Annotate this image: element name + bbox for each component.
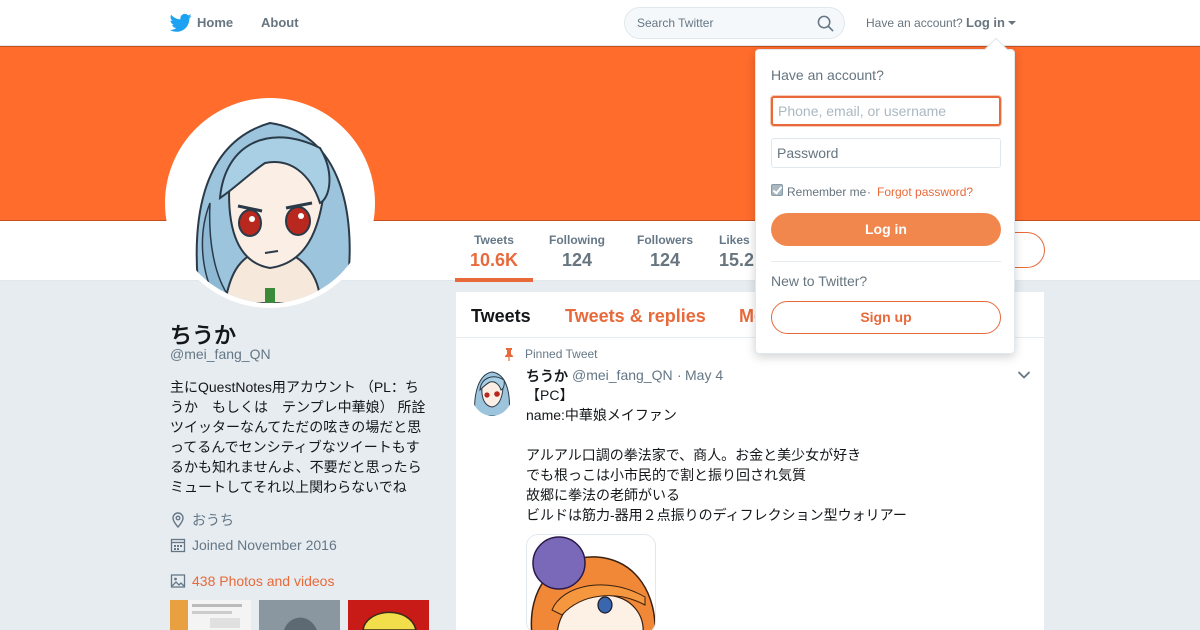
login-dropdown-toggle[interactable]: Log in <box>966 15 1005 30</box>
forgot-password-link[interactable]: Forgot password? <box>877 185 973 199</box>
login-button[interactable]: Log in <box>771 213 1001 246</box>
top-navigation-bar: Home About Have an account? Log in <box>0 0 1200 46</box>
profile-bio: 主にQuestNotes用アカウント （PL：ちうか もしくは テンプレ中華娘）… <box>170 379 426 495</box>
stat-label: Following <box>549 233 605 247</box>
stat-tweets[interactable]: Tweets 10.6K <box>455 233 533 271</box>
pin-icon <box>505 348 513 361</box>
password-field[interactable] <box>771 138 1001 168</box>
separator-dot: · <box>867 185 871 199</box>
twitter-bird-icon[interactable] <box>170 13 192 33</box>
tweet-author-avatar[interactable] <box>471 368 513 416</box>
stat-value: 124 <box>649 250 681 270</box>
tweet-date[interactable]: May 4 <box>685 367 723 383</box>
divider <box>771 261 1001 262</box>
media-thumbnail[interactable] <box>170 600 251 630</box>
media-thumbnail[interactable] <box>348 600 429 630</box>
tweet-author-handle[interactable]: @mei_fang_QN <box>572 367 673 383</box>
stat-label: Followers <box>636 233 693 247</box>
tweet-meta-separator: · <box>677 367 682 383</box>
pinned-tweet-label: Pinned Tweet <box>525 347 598 361</box>
tab-tweets[interactable]: Tweets <box>471 306 531 327</box>
search-icon[interactable] <box>817 15 834 32</box>
profile-joined-date: Joined November 2016 <box>170 537 337 553</box>
nav-about-link[interactable]: About <box>261 15 299 30</box>
search-input[interactable] <box>637 8 812 38</box>
profile-location: おうち <box>170 510 234 530</box>
calendar-icon <box>170 538 186 553</box>
login-dropdown: Have an account? Remember me · Forgot pa… <box>755 49 1015 354</box>
profile-avatar[interactable] <box>165 98 375 308</box>
nav-home-link[interactable]: Home <box>197 15 233 30</box>
remember-me-checkbox[interactable] <box>771 184 783 196</box>
photos-and-videos-link[interactable]: 438 Photos and videos <box>170 573 334 589</box>
media-thumbnail[interactable] <box>259 600 340 630</box>
stat-following[interactable]: Following 124 <box>543 233 611 271</box>
tweet-author-name[interactable]: ちうか <box>526 366 568 386</box>
avatar-illustration <box>170 103 370 303</box>
stat-followers[interactable]: Followers 124 <box>631 233 699 271</box>
username-field[interactable] <box>771 96 1001 126</box>
joined-text: Joined November 2016 <box>192 537 337 553</box>
signup-button[interactable]: Sign up <box>771 301 1001 334</box>
stat-label: Tweets <box>474 233 514 247</box>
tweet-text: 【PC】 name:中華娘メイファン アルアル口調の拳法家で、商人。お金と美少女… <box>526 387 907 523</box>
image-icon <box>170 574 186 588</box>
location-text: おうち <box>192 512 234 528</box>
new-to-twitter-text: New to Twitter? <box>771 273 868 289</box>
chevron-down-icon[interactable] <box>1008 21 1016 25</box>
photos-text: 438 Photos and videos <box>192 573 335 589</box>
have-account-text: Have an account? <box>866 16 963 30</box>
stat-value: 124 <box>561 250 593 270</box>
dropdown-title: Have an account? <box>771 67 884 83</box>
profile-handle[interactable]: @mei_fang_QN <box>170 346 271 362</box>
tab-tweets-and-replies[interactable]: Tweets & replies <box>565 306 706 327</box>
active-tab-underline <box>455 278 533 282</box>
location-pin-icon <box>172 512 184 528</box>
tweet-media-image[interactable] <box>526 534 656 630</box>
stat-value: 10.6K <box>469 250 519 270</box>
chevron-down-icon[interactable] <box>1017 368 1031 382</box>
remember-me-label[interactable]: Remember me <box>787 185 866 199</box>
search-box <box>624 7 845 39</box>
